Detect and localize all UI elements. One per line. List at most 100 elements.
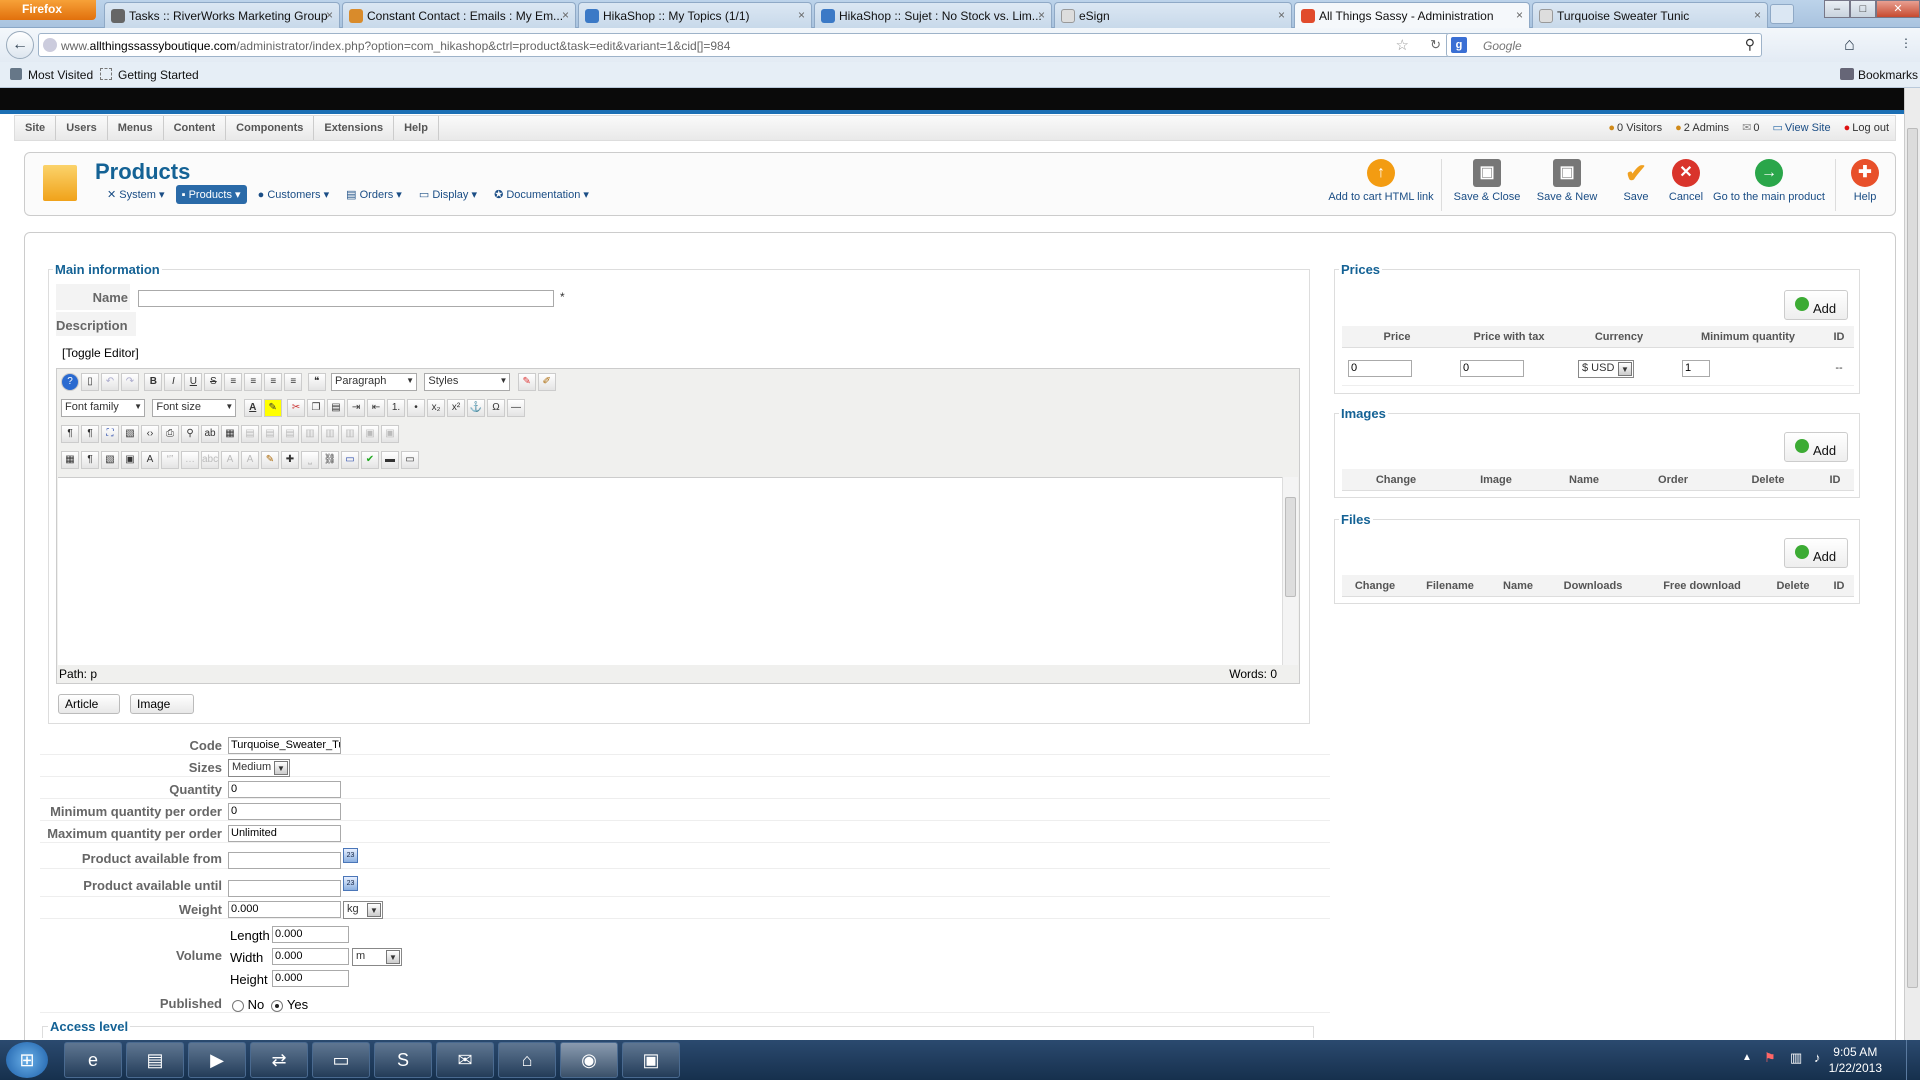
browser-tab[interactable]: HikaShop :: My Topics (1/1) ×	[578, 2, 812, 28]
skype-taskbar-icon[interactable]: S	[374, 1042, 432, 1078]
editor-content-area[interactable]	[58, 477, 1282, 665]
browser-tab[interactable]: Constant Contact : Emails : My Em... ×	[342, 2, 576, 28]
pilcrow-icon[interactable]: ¶	[81, 451, 99, 469]
currency-select[interactable]: $ USD ▼	[1578, 360, 1634, 378]
ins-icon[interactable]: A	[241, 451, 259, 469]
weight-input[interactable]: 0.000	[228, 901, 341, 918]
submenu-documentation[interactable]: ✪ Documentation ▾	[488, 185, 595, 204]
calendar-icon[interactable]: 23	[343, 876, 358, 891]
browser-tab[interactable]: eSign ×	[1054, 2, 1292, 28]
fullscreen-icon[interactable]: ⛶	[101, 425, 119, 443]
show-hidden-icons-icon[interactable]: ▲	[1742, 1052, 1752, 1063]
delete-row-icon[interactable]: ▤	[281, 425, 299, 443]
price-with-tax-input[interactable]: 0	[1460, 360, 1524, 377]
close-tab-icon[interactable]: ×	[326, 8, 333, 22]
view-site-link[interactable]: View Site	[1785, 122, 1831, 134]
sticky-notes-taskbar-icon[interactable]: ▭	[312, 1042, 370, 1078]
cancel-button[interactable]: ✕ Cancel	[1661, 153, 1711, 203]
undo-icon[interactable]: ↶	[101, 373, 119, 391]
align-left-icon[interactable]: ≡	[264, 373, 283, 391]
editor-scroll-thumb[interactable]	[1285, 497, 1296, 597]
replace-icon[interactable]: ab	[201, 425, 219, 443]
firefox-taskbar-icon[interactable]: ◉	[560, 1042, 618, 1078]
published-no-label[interactable]: No	[248, 997, 265, 1012]
close-tab-icon[interactable]: ×	[562, 8, 569, 22]
italic-icon[interactable]: I	[164, 373, 183, 391]
min-quantity-input[interactable]: 0	[228, 803, 341, 820]
media-player-taskbar-icon[interactable]: ▶	[188, 1042, 246, 1078]
image-button[interactable]: Image	[130, 694, 194, 714]
submenu-display[interactable]: ▭ Display ▾	[413, 185, 483, 204]
col-before-icon[interactable]: ▥	[301, 425, 319, 443]
paragraph-ltr-icon[interactable]: ¶	[61, 425, 79, 443]
search-bar[interactable]: g Google ⚲	[1446, 33, 1762, 57]
page-scrollbar[interactable]	[1904, 88, 1920, 1040]
add-file-button[interactable]: Add	[1784, 538, 1848, 568]
search-icon[interactable]: ⚲	[1745, 36, 1755, 53]
weight-unit-select[interactable]: kg ▼	[343, 901, 383, 919]
paragraph-rtl-icon[interactable]: ¶	[81, 425, 99, 443]
remote-desktop-taskbar-icon[interactable]: ▣	[622, 1042, 680, 1078]
height-input[interactable]: 0.000	[272, 970, 349, 987]
logout-link[interactable]: Log out	[1852, 122, 1889, 134]
bookmark-star-icon[interactable]: ☆	[1396, 36, 1409, 54]
page-scroll-thumb[interactable]	[1907, 128, 1918, 988]
published-yes-label[interactable]: Yes	[287, 997, 308, 1012]
nonbreaking-icon[interactable]: ⎵	[301, 451, 319, 469]
bookmarks-menu-button[interactable]: Bookmarks	[1858, 68, 1918, 82]
media-icon[interactable]: ▣	[121, 451, 139, 469]
preview-icon[interactable]: ▧	[121, 425, 139, 443]
indent-icon[interactable]: ⇥	[347, 399, 366, 417]
save-new-button[interactable]: ▣ Save & New	[1527, 153, 1607, 203]
save-close-button[interactable]: ▣ Save & Close	[1447, 153, 1527, 203]
text-color-icon[interactable]: A	[243, 399, 262, 417]
min-quantity-price-input[interactable]: 1	[1682, 360, 1710, 377]
toggle-editor-link[interactable]: [Toggle Editor]	[62, 346, 139, 360]
published-yes-radio[interactable]	[271, 999, 284, 1012]
action-center-icon[interactable]: ⚑	[1764, 1050, 1776, 1066]
menu-components[interactable]: Components	[226, 116, 315, 140]
outdent-icon[interactable]: ⇤	[367, 399, 386, 417]
network-icon[interactable]: ▥	[1790, 1050, 1802, 1066]
superscript-icon[interactable]: x²	[447, 399, 466, 417]
close-tab-icon[interactable]: ×	[1754, 8, 1761, 22]
anchor-icon[interactable]: ⚓	[467, 399, 486, 417]
help-button[interactable]: ✚ Help	[1843, 153, 1887, 203]
tab-list-button[interactable]	[1770, 4, 1794, 24]
network-taskbar-icon[interactable]: ⌂	[498, 1042, 556, 1078]
code-input[interactable]: Turquoise_Sweater_Tunic	[228, 737, 341, 754]
code-icon[interactable]: ‹›	[141, 425, 159, 443]
readmore-icon[interactable]: ▭	[401, 451, 419, 469]
redo-icon[interactable]: ↷	[121, 373, 139, 391]
price-input[interactable]: 0	[1348, 360, 1412, 377]
font-size-select[interactable]: Font size ▼	[152, 399, 237, 417]
align-center-icon[interactable]: ≡	[244, 373, 263, 391]
find-icon[interactable]: ⚲	[181, 425, 199, 443]
add-image-button[interactable]: Add	[1784, 432, 1848, 462]
dimension-unit-select[interactable]: m ▼	[352, 948, 402, 966]
cite-icon[interactable]: A	[141, 451, 159, 469]
internet-explorer-taskbar-icon[interactable]: e	[64, 1042, 122, 1078]
save-button[interactable]: ✔ Save	[1611, 153, 1661, 203]
row-before-icon[interactable]: ▤	[241, 425, 259, 443]
home-icon[interactable]: ⌂	[1844, 34, 1855, 55]
volume-icon[interactable]: ♪	[1814, 1050, 1821, 1065]
bookmark-most-visited[interactable]: Most Visited	[28, 68, 93, 82]
close-tab-icon[interactable]: ×	[1516, 8, 1523, 22]
overflow-icon[interactable]: ⋮	[1900, 36, 1912, 50]
submenu-products[interactable]: ▪ Products ▾	[175, 185, 247, 204]
bookmark-getting-started[interactable]: Getting Started	[118, 68, 199, 82]
underline-icon[interactable]: U	[184, 373, 203, 391]
browser-tab[interactable]: Tasks :: RiverWorks Marketing Group ×	[104, 2, 340, 28]
strikethrough-icon[interactable]: S	[204, 373, 223, 391]
teamviewer-taskbar-icon[interactable]: ⇄	[250, 1042, 308, 1078]
submenu-orders[interactable]: ▤ Orders ▾	[340, 185, 408, 204]
width-input[interactable]: 0.000	[272, 948, 349, 965]
max-quantity-input[interactable]: Unlimited	[228, 825, 341, 842]
close-window-icon[interactable]: ✕	[1876, 0, 1920, 18]
bullet-list-icon[interactable]: •	[407, 399, 426, 417]
google-icon[interactable]: g	[1451, 37, 1467, 53]
split-cells-icon[interactable]: ▣	[381, 425, 399, 443]
pagebreak-icon[interactable]: ▬	[381, 451, 399, 469]
delete-col-icon[interactable]: ▥	[341, 425, 359, 443]
